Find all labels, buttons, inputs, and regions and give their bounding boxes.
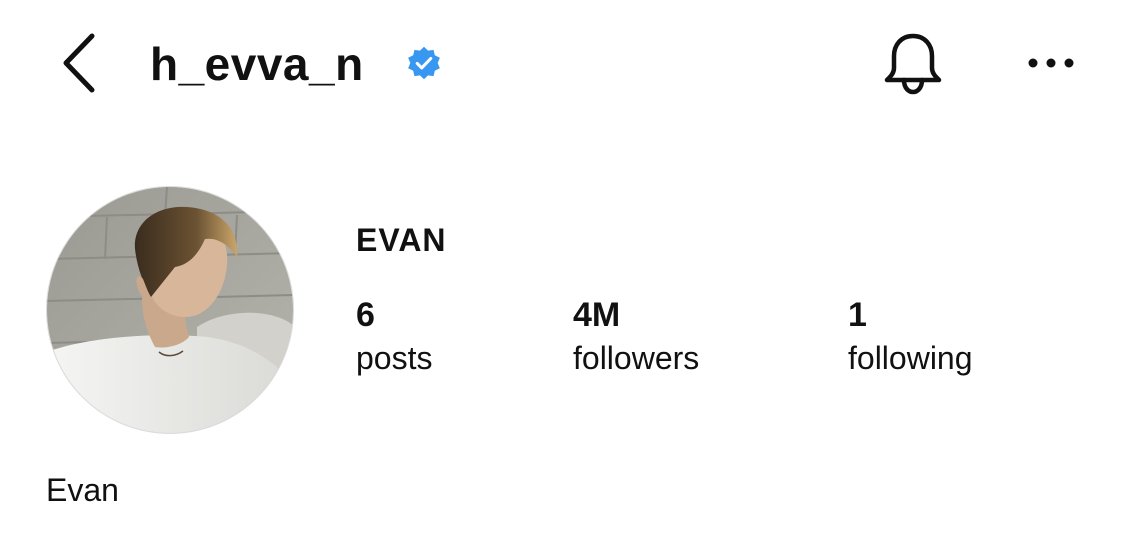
profile-photo bbox=[47, 187, 293, 433]
more-horizontal-icon bbox=[1028, 58, 1074, 68]
bell-icon bbox=[884, 33, 942, 95]
following-count: 1 bbox=[848, 296, 867, 334]
following-stat[interactable]: 1 following bbox=[848, 294, 973, 378]
bio-name: Evan bbox=[46, 472, 119, 508]
posts-count: 6 bbox=[356, 296, 375, 334]
notifications-button[interactable] bbox=[880, 30, 946, 98]
followers-stat[interactable]: 4M followers bbox=[573, 294, 699, 378]
posts-stat[interactable]: 6 posts bbox=[356, 294, 432, 378]
profile-avatar[interactable] bbox=[46, 186, 294, 434]
chevron-left-icon bbox=[63, 33, 95, 93]
followers-count: 4M bbox=[573, 296, 621, 334]
profile-header: h_evva_n bbox=[0, 0, 1132, 130]
profile-display-name: EVAN bbox=[356, 222, 447, 258]
verified-badge-icon bbox=[408, 46, 440, 80]
more-options-button[interactable] bbox=[1024, 50, 1078, 76]
following-label: following bbox=[848, 340, 973, 376]
back-button[interactable] bbox=[58, 32, 102, 94]
posts-label: posts bbox=[356, 340, 433, 376]
profile-username: h_evva_n bbox=[150, 38, 364, 90]
followers-label: followers bbox=[573, 340, 700, 376]
